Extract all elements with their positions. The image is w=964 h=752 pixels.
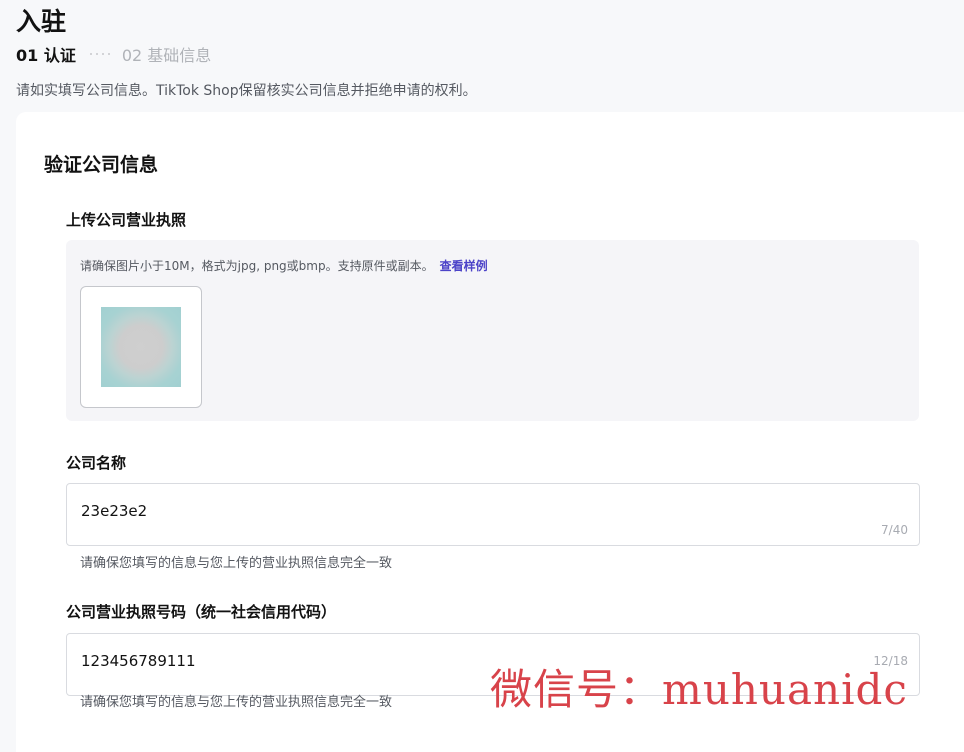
company-name-input[interactable]: 23e23e2 7/40 <box>66 483 920 546</box>
upload-hint: 请确保图片小于10M，格式为jpg, png或bmp。支持原件或副本。 查看样例 <box>80 257 488 274</box>
section-title: 验证公司信息 <box>44 154 159 176</box>
license-number-label: 公司营业执照号码（统一社会信用代码） <box>66 603 337 621</box>
stepper: 01 认证 02 基础信息 <box>16 43 211 65</box>
license-upload-label: 上传公司营业执照 <box>66 211 187 229</box>
license-number-value: 123456789111 <box>81 652 196 670</box>
step-connector <box>89 53 110 55</box>
intro-text: 请如实填写公司信息。TikTok Shop保留核实公司信息并拒绝申请的权利。 <box>16 83 477 99</box>
step-basic-info[interactable]: 02 基础信息 <box>122 42 211 66</box>
view-sample-link[interactable]: 查看样例 <box>440 257 488 274</box>
license-number-help: 请确保您填写的信息与您上传的营业执照信息完全一致 <box>80 695 393 710</box>
company-name-value: 23e23e2 <box>81 502 148 520</box>
upload-hint-text: 请确保图片小于10M，格式为jpg, png或bmp。支持原件或副本。 <box>80 259 434 273</box>
step-certification[interactable]: 01 认证 <box>16 42 76 66</box>
company-name-counter: 7/40 <box>881 523 908 537</box>
license-upload-area: 请确保图片小于10M，格式为jpg, png或bmp。支持原件或副本。 查看样例 <box>66 240 919 421</box>
page-title: 入驻 <box>16 7 67 36</box>
license-image-preview <box>101 307 181 387</box>
uploaded-license-thumbnail[interactable] <box>80 286 202 408</box>
company-name-help: 请确保您填写的信息与您上传的营业执照信息完全一致 <box>80 556 393 571</box>
company-name-label: 公司名称 <box>66 454 127 472</box>
watermark: 微信号：muhuanidc <box>490 665 908 714</box>
